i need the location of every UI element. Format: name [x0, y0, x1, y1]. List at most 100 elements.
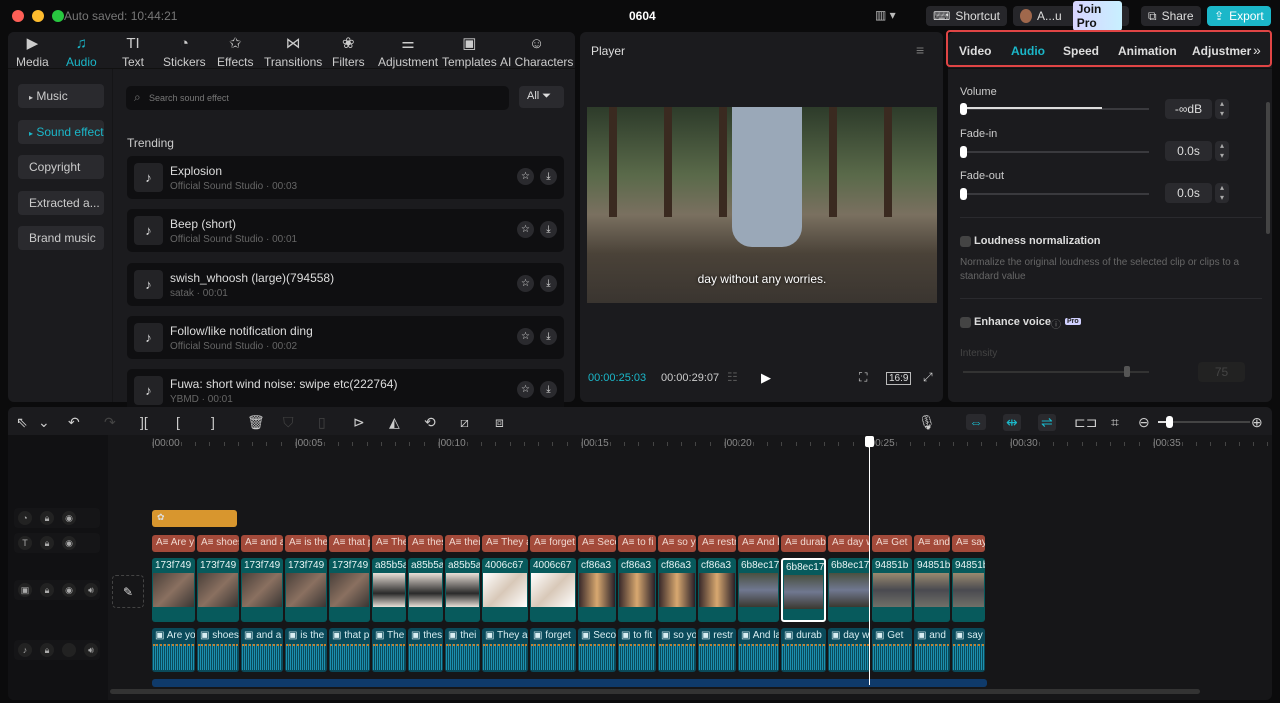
inspector-tab-animation[interactable]: Animation — [1118, 44, 1177, 58]
sound-item[interactable]: ♪ Explosion Official Sound Studio · 00:03 ☆… — [127, 156, 564, 199]
linkage-icon[interactable]: ⇹ — [1003, 414, 1021, 431]
delete-icon[interactable]: 🗑︎ — [247, 414, 265, 431]
video-clip[interactable]: 4006c67 — [530, 558, 576, 622]
audio-clip[interactable]: ▣ Get — [872, 628, 912, 672]
sound-item[interactable]: ♪ Fuwa: short wind noise: swipe etc(22276… — [127, 369, 564, 413]
inspector-tab-speed[interactable]: Speed — [1063, 44, 1099, 58]
caption-clip[interactable]: A≡ that p — [329, 535, 370, 552]
video-clip[interactable]: cf86a3 — [698, 558, 736, 622]
video-clip[interactable]: cf86a3 — [578, 558, 616, 622]
tab-text[interactable]: TI Text — [122, 35, 144, 69]
eye-icon[interactable]: ◉ — [62, 511, 76, 525]
lock-icon[interactable]: 🔒︎ — [40, 583, 54, 597]
video-clip[interactable]: 6b8ec17 — [738, 558, 779, 622]
video-clip[interactable]: a85b5a — [408, 558, 443, 622]
video-clip[interactable]: 94851b — [952, 558, 985, 622]
join-pro-button[interactable]: Join Pro — [1072, 1, 1122, 31]
audio-clip[interactable]: ▣ They a — [482, 628, 528, 672]
audio-clip[interactable]: ▣ restr — [698, 628, 736, 672]
sidebar-item-3[interactable]: Extracted a... — [18, 190, 104, 215]
download-icon[interactable]: ⤓ — [540, 274, 557, 292]
audio-clip[interactable]: ▣ And la — [738, 628, 779, 672]
video-clip[interactable]: 94851b — [872, 558, 912, 622]
fullscreen-icon[interactable]: ⤢ — [923, 370, 933, 385]
caption-clip[interactable]: A≡ shoes — [197, 535, 239, 552]
sidebar-item-2[interactable]: Copyright — [18, 155, 104, 179]
download-icon[interactable]: ⤓ — [540, 221, 557, 239]
split-audio-icon[interactable]: ⊏⊐ — [1074, 414, 1097, 431]
video-clip[interactable]: 173f749 — [329, 558, 370, 622]
audio-clip[interactable]: ▣ say g — [952, 628, 985, 672]
fit-timeline-icon[interactable]: ⌗ — [1111, 414, 1119, 431]
play-speed-icon[interactable]: ⊳ — [353, 414, 365, 431]
fadeout-value[interactable]: 0.0s — [1165, 183, 1212, 203]
download-icon[interactable]: ⤓ — [540, 381, 557, 399]
audio-clip[interactable]: ▣ forget — [530, 628, 576, 672]
audio-clip[interactable]: ▣ durab — [781, 628, 826, 672]
caption-clip[interactable]: A≡ durab — [781, 535, 826, 552]
playhead-handle[interactable] — [865, 436, 874, 447]
download-icon[interactable]: ⤓ — [540, 327, 557, 345]
audio-clip[interactable]: ▣ The — [372, 628, 406, 672]
inspector-tab-audio[interactable]: Audio — [1011, 44, 1045, 58]
eye-icon[interactable]: ◉ — [62, 583, 76, 597]
video-preview[interactable]: day without any worries. — [587, 107, 937, 303]
sidebar-item-0[interactable]: ▸ Music — [18, 84, 104, 108]
caption-clip[interactable]: A≡ thes — [408, 535, 443, 552]
minimize-window-button[interactable] — [32, 10, 44, 22]
layout-icon[interactable]: ▥ ▾ — [875, 8, 896, 22]
caption-clip[interactable]: A≡ They a — [482, 535, 528, 552]
auto-cut-icon[interactable]: ⧈ — [495, 414, 504, 431]
fadeout-stepper[interactable]: ▴ ▾ — [1215, 183, 1229, 203]
favorite-star-icon[interactable]: ☆ — [517, 168, 534, 185]
tab-media[interactable]: ▶ Media — [16, 35, 49, 69]
video-clip[interactable]: 4006c67 — [482, 558, 528, 622]
video-clip[interactable]: 173f749 — [241, 558, 283, 622]
video-clip[interactable]: a85b5a — [445, 558, 480, 622]
favorite-star-icon[interactable]: ☆ — [517, 274, 534, 292]
mirror-icon[interactable]: ◭ — [389, 414, 400, 431]
volume-slider-knob[interactable] — [960, 103, 967, 115]
aspect-ratio-button[interactable]: 16:9 — [886, 372, 912, 385]
video-clip[interactable]: 94851b — [914, 558, 950, 622]
inspector-tab-adjustmer[interactable]: Adjustmer — [1192, 44, 1251, 58]
tab-transitions[interactable]: ⋈ Transitions — [264, 35, 322, 69]
microphone-icon[interactable]: 🎙︎ — [918, 414, 936, 431]
caption-clip[interactable]: A≡ Seco — [578, 535, 616, 552]
fadeout-slider[interactable] — [963, 193, 1149, 195]
auto-snap-icon[interactable]: ⇔ — [966, 414, 986, 430]
audio-clip[interactable]: ▣ thei — [445, 628, 480, 672]
effect-clip[interactable]: ✿ — [152, 510, 237, 527]
fadein-slider[interactable] — [963, 151, 1149, 153]
lock-icon[interactable]: 🔒︎ — [40, 536, 54, 550]
zoom-out-icon[interactable]: ⊖ — [1138, 414, 1150, 431]
caption-clip[interactable]: A≡ to fi — [618, 535, 656, 552]
share-button[interactable]: ⧉ Share — [1141, 6, 1201, 26]
video-clip[interactable]: cf86a3 — [618, 558, 656, 622]
caption-clip[interactable]: A≡ thei — [445, 535, 480, 552]
crop-icon[interactable]: ⧄ — [460, 414, 469, 431]
split-right-icon[interactable]: ] — [211, 414, 215, 430]
sidebar-item-1[interactable]: ▸ Sound effects — [18, 119, 104, 144]
audio-clip[interactable]: ▣ shoes — [197, 628, 239, 672]
enhance-voice-checkbox[interactable] — [960, 317, 971, 328]
audio-clip[interactable]: ▣ Are yo — [152, 628, 195, 672]
caption-clip[interactable]: A≡ Get — [872, 535, 912, 552]
lock-icon[interactable]: 🔒︎ — [40, 511, 54, 525]
search-input[interactable]: ⌕ Search sound effect — [126, 86, 509, 110]
download-icon[interactable]: ⤓ — [540, 168, 557, 185]
audio-clip[interactable]: ▣ and a — [241, 628, 283, 672]
volume-value[interactable]: -∞dB — [1165, 99, 1212, 119]
fadeout-slider-knob[interactable] — [960, 188, 967, 200]
audio-clip[interactable]: ▣ that p — [329, 628, 370, 672]
fadein-slider-knob[interactable] — [960, 146, 967, 158]
close-window-button[interactable] — [12, 10, 24, 22]
intensity-slider[interactable] — [963, 371, 1149, 373]
favorite-star-icon[interactable]: ☆ — [517, 381, 534, 399]
split-icon[interactable]: ][ — [140, 414, 148, 430]
edit-cover-button[interactable]: ✎ — [112, 575, 144, 608]
caption-clip[interactable]: A≡ Are y — [152, 535, 195, 552]
loudness-checkbox[interactable] — [960, 236, 971, 247]
menu-icon[interactable]: ≡ — [916, 42, 924, 58]
more-tabs-icon[interactable]: » — [1253, 42, 1261, 58]
